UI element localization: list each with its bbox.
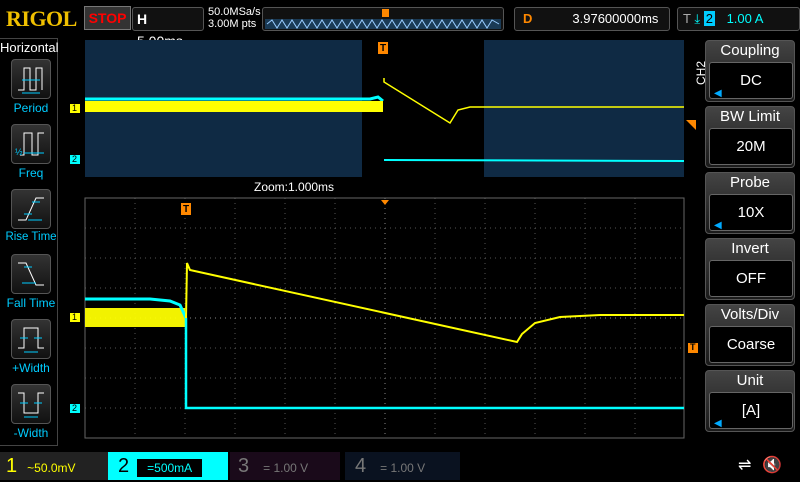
center-marker [381,200,389,205]
menu-item-probe[interactable]: Probe ◀ 10X [705,172,795,234]
menu-item-value-text: Coarse [726,336,776,353]
usb-icon: ⇌ [738,457,752,474]
menu-item-unit[interactable]: Unit ◀ [A] [705,370,795,432]
menu-item-title: Volts/Div [720,306,780,323]
ch2-scale-box: =500mA [137,459,203,477]
ch2-marker-main[interactable]: 2 [72,403,77,413]
zoom-label: Zoom:1.000ms [254,180,335,194]
menu-item-title: Coupling [720,42,780,59]
menu-item-value-text: DC [740,72,762,89]
menu-item-value-text: [A] [741,402,761,419]
menu-item-value-text: 20M [736,138,766,155]
overview-ch2-trace [85,95,384,103]
ch1-number: 1 [6,455,18,477]
menu-item-title: Unit [736,372,764,389]
menu-item-invert[interactable]: Invert OFF [705,238,795,300]
ch3-status[interactable]: 3 = 1.00 V [230,452,340,480]
overview-trigger-label: T [380,43,387,54]
menu-item-value-text: 10X [737,204,765,221]
menu-item-title: Invert [731,240,769,257]
ch4-coupling: = [380,461,388,475]
menu-item-value: ◀ 10X [709,194,793,231]
trigger-marker-label: T [183,204,190,215]
ch4-scale: 1.00 V [390,461,426,475]
menu-item-value: 20M [709,128,793,165]
overview-ch1-band [85,101,383,112]
menu-item-volts-div[interactable]: Volts/Div Coarse [705,304,795,366]
overview-ch2-trace-after [383,159,685,162]
menu-item-value-text: OFF [736,270,766,287]
trigger-level-label: T [690,342,696,352]
sound-muted-icon[interactable]: 🔇 [762,452,782,480]
menu-item-value: Coarse [709,326,793,363]
ch3-coupling: = [263,461,271,475]
menu-item-coupling[interactable]: Coupling ◀ DC [705,40,795,102]
ch2-marker[interactable]: 2 [72,154,77,164]
ch4-status[interactable]: 4 = 1.00 V [345,452,460,480]
main-ch1-trace [185,262,684,344]
ch4-number: 4 [355,455,367,477]
left-arrow-icon: ◀ [714,418,722,429]
ch1-marker[interactable]: 1 [72,103,77,113]
menu-item-value: ◀ DC [709,62,793,99]
menu-item-value: ◀ [A] [709,392,793,429]
ch2-number: 2 [118,455,130,477]
menu-item-bw-limit[interactable]: BW Limit 20M [705,106,795,168]
main-ch1-band [85,308,185,327]
menu-item-title: Probe [729,174,771,191]
menu-item-title: BW Limit [720,108,780,125]
waveform-display[interactable] [0,0,800,450]
ch2-scale: 500mA [154,461,193,475]
ch2-status[interactable]: 2 =500mA [108,452,228,480]
menu-item-value: OFF [709,260,793,297]
ch3-number: 3 [238,455,250,477]
ch1-marker-main[interactable]: 1 [72,312,77,322]
ch1-scale: 50.0mV [34,461,76,475]
ch3-scale: 1.00 V [273,461,309,475]
